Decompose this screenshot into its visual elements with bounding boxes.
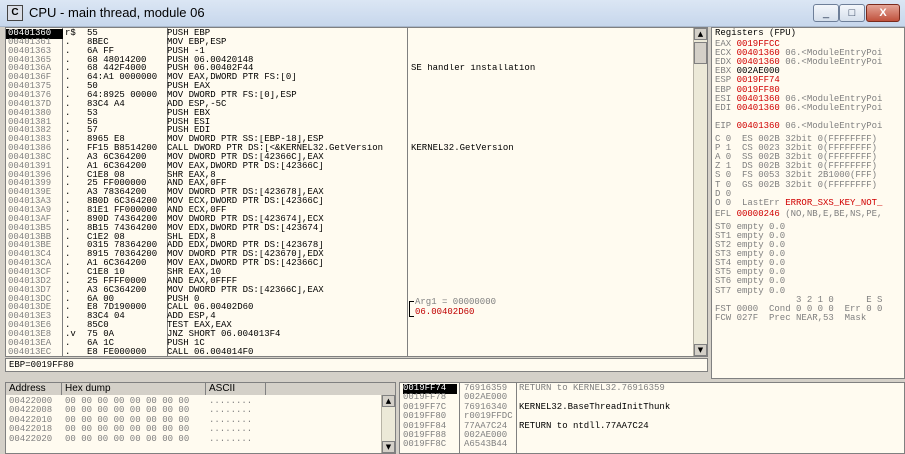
hex-dump-pane[interactable]: Address Hex dump ASCII 00422000 00 00 00 … <box>5 382 396 454</box>
disassembly-pane[interactable]: 00401360 r$ 55 PUSH EBP 00401361. 8BEC MOV EBP… <box>5 27 708 357</box>
window-title-bar[interactable]: C CPU - main thread, module 06 _ □ X <box>0 0 905 27</box>
scroll-up-arrow-icon[interactable]: ▲ <box>694 28 707 40</box>
disasm-scrollbar[interactable]: ▲ ▼ <box>693 28 707 356</box>
flag-segment-line[interactable]: O 0 LastErr ERROR_SXS_KEY_NOT_ <box>715 197 883 209</box>
disasm-hex: E8 FE000000 <box>87 347 147 357</box>
register-comment: 06.<ModuleEntryPoi <box>785 102 883 113</box>
efl-comment: (NO,NB,E,BE,NS,PE, <box>785 208 883 219</box>
dump-header-hex[interactable]: Hex dump <box>62 383 206 395</box>
stack-comment: KERNEL32.BaseThreadInitThunk <box>519 401 671 412</box>
window-title: CPU - main thread, module 06 <box>29 5 205 20</box>
info-line: EBP=0019FF80 <box>5 358 708 372</box>
lasterr-label: O 0 LastErr <box>715 197 786 208</box>
efl-line[interactable]: EFL 00000246 (NO,NB,E,BE,NS,PE, <box>715 208 883 220</box>
register-value[interactable]: 00401360 <box>737 103 780 113</box>
efl-value[interactable]: 00000246 <box>737 209 780 219</box>
dump-scrollbar[interactable]: ▲ ▼ <box>381 395 395 453</box>
dump-ascii: ........ <box>209 433 253 444</box>
cpu-window-client: 00401360 r$ 55 PUSH EBP 00401361. 8BEC MOV EBP… <box>0 27 905 454</box>
disasm-row[interactable]: 004013EC. E8 FE000000 CALL 06.004014F0 <box>6 346 694 357</box>
disasm-address: 004013EC <box>8 346 52 357</box>
scroll-up-arrow-icon[interactable]: ▲ <box>382 395 395 407</box>
stack-comment: RETURN to ntdll.77AA7C24 <box>519 420 649 431</box>
registers-pane[interactable]: Registers (FPU) EAX 0019FFCC ECX 0040136… <box>711 27 905 379</box>
dump-header: Address Hex dump ASCII <box>6 383 395 395</box>
dump-address: 00422020 <box>9 433 53 444</box>
registers-header[interactable]: Registers (FPU) <box>715 28 796 39</box>
stack-comment: RETURN to KERNEL32.76916359 <box>519 383 665 393</box>
disasm-marker: . <box>65 346 71 357</box>
dump-row[interactable]: 00422020 00 00 00 00 00 00 00 00........ <box>6 433 381 444</box>
stack-value: A6543B44 <box>464 439 508 450</box>
register-comment: 06.<ModuleEntryPoi <box>785 57 883 68</box>
dump-row[interactable]: 00422010 00 00 00 00 00 00 00 00........ <box>6 415 381 425</box>
register-comment: 06.<ModuleEntryPoi <box>785 120 883 131</box>
dump-header-ascii[interactable]: ASCII <box>206 383 266 395</box>
disasm-instruction: CALL 06.004014F0 <box>167 347 254 357</box>
register-line[interactable]: EDI 00401360 06.<ModuleEntryPoi <box>715 102 883 114</box>
stack-pane[interactable]: 0019FF74 76916359 RETURN to KERNEL32.76916… <box>399 382 905 454</box>
arg-bracket <box>409 301 414 317</box>
maximize-button[interactable]: □ <box>839 4 865 22</box>
minimize-button[interactable]: _ <box>813 4 839 22</box>
flag-segment-line[interactable]: T 0 GS 002B 32bit 0(FFFFFFFF) <box>715 180 877 191</box>
register-value[interactable]: 00401360 <box>737 121 780 131</box>
stack-row[interactable]: 0019FF8C A6543B44 <box>400 440 900 450</box>
fpu-status-fcw: FCW 027F Prec NEAR,53 Mask <box>715 312 867 323</box>
lasterr-value: ERROR_SXS_KEY_NOT_ <box>785 197 883 208</box>
app-icon: C <box>7 5 23 21</box>
dump-hex: 00 00 00 00 00 00 00 00 <box>65 433 190 444</box>
dump-row[interactable]: 00422000 00 00 00 00 00 00 00 00........ <box>6 396 381 406</box>
close-button[interactable]: X <box>866 4 900 22</box>
efl-label: EFL <box>715 208 732 219</box>
stack-address: 0019FF8C <box>403 439 447 450</box>
scroll-thumb[interactable] <box>694 42 707 64</box>
scroll-down-arrow-icon[interactable]: ▼ <box>694 344 707 356</box>
register-line[interactable]: EIP 00401360 06.<ModuleEntryPoi <box>715 120 883 132</box>
dump-row[interactable]: 00422018 00 00 00 00 00 00 00 00........ <box>6 425 381 434</box>
dump-header-address[interactable]: Address <box>6 383 62 395</box>
scroll-down-arrow-icon[interactable]: ▼ <box>382 441 395 453</box>
dump-row[interactable]: 00422008 00 00 00 00 00 00 00 00........ <box>6 406 381 415</box>
arg-call-target: 06.00402D60 <box>415 307 475 317</box>
register-name: EIP <box>715 120 732 131</box>
call-arguments-annotation: Arg1 = 00000000 06.00402D60 <box>407 297 557 320</box>
